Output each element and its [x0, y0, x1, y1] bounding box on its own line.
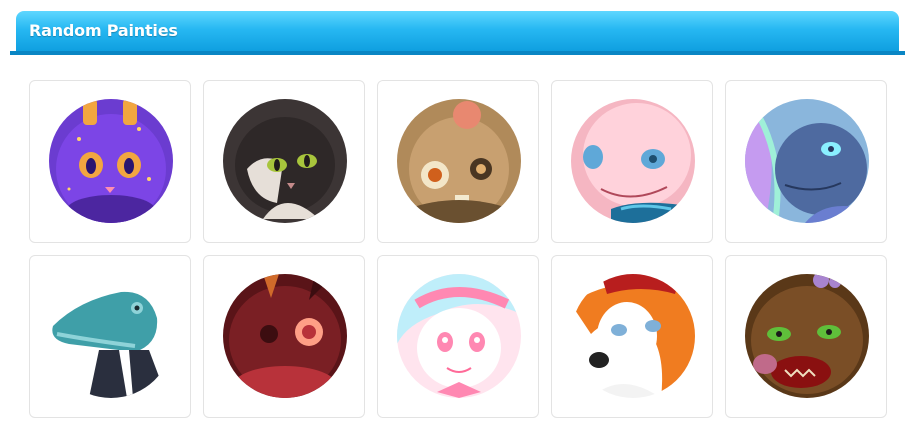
painty-card-8[interactable]: [377, 255, 539, 418]
painty-avatar-pastel-unicorn[interactable]: [397, 274, 521, 398]
header-divider: [10, 51, 905, 55]
painty-avatar-zombie-rabbit[interactable]: [397, 99, 521, 223]
pastel-unicorn-image: [397, 274, 521, 398]
painty-avatar-brown-zombie-bear[interactable]: [745, 274, 869, 398]
painty-avatar-pink-creature[interactable]: [571, 99, 695, 223]
painty-card-1[interactable]: [29, 80, 191, 243]
painty-avatar-black-white-cat[interactable]: [223, 99, 347, 223]
black-white-cat-image: [223, 99, 347, 223]
panel-title: Random Painties: [29, 21, 178, 40]
painty-card-4[interactable]: [551, 80, 713, 243]
panel-header: Random Painties: [16, 11, 899, 51]
brown-zombie-bear-image: [745, 274, 869, 398]
red-creature-image: [223, 274, 347, 398]
painty-card-5[interactable]: [725, 80, 887, 243]
painty-card-6[interactable]: [29, 255, 191, 418]
painty-card-2[interactable]: [203, 80, 365, 243]
teal-crocodile-image: [49, 274, 173, 398]
pink-creature-image: [571, 99, 695, 223]
painty-card-9[interactable]: [551, 255, 713, 418]
painty-avatar-teal-crocodile[interactable]: [49, 274, 173, 398]
orange-white-dog-image: [571, 274, 695, 398]
painty-avatar-red-creature[interactable]: [223, 274, 347, 398]
painty-card-3[interactable]: [377, 80, 539, 243]
painty-avatar-purple-horned-cat[interactable]: [49, 99, 173, 223]
purple-horned-cat-image: [49, 99, 173, 223]
painty-avatar-blue-dragon[interactable]: [745, 99, 869, 223]
painty-card-7[interactable]: [203, 255, 365, 418]
zombie-rabbit-image: [397, 99, 521, 223]
painty-avatar-orange-white-dog[interactable]: [571, 274, 695, 398]
random-painties-panel: Random Painties: [0, 0, 915, 432]
painties-grid: [29, 80, 887, 418]
blue-dragon-image: [745, 99, 869, 223]
painty-card-10[interactable]: [725, 255, 887, 418]
